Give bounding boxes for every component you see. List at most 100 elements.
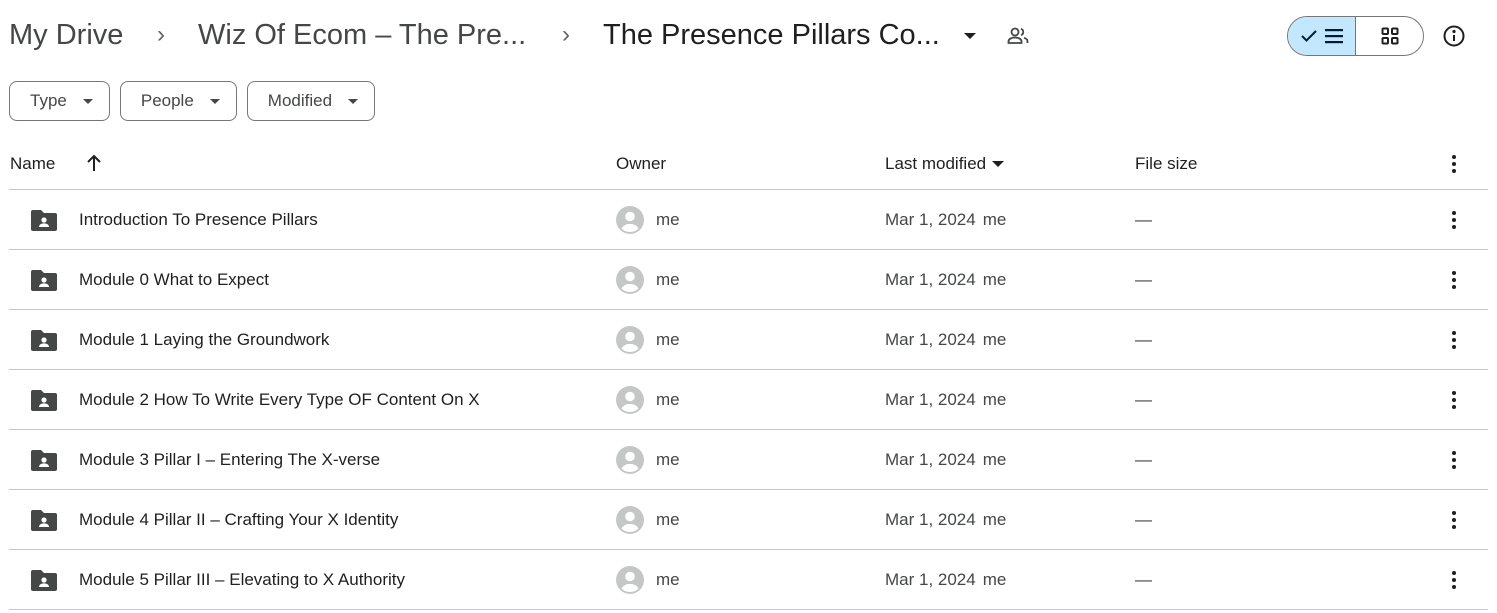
owner-name: me xyxy=(656,330,680,349)
list-icon xyxy=(1324,29,1343,44)
row-more-actions-button[interactable] xyxy=(1443,190,1465,250)
shared-folder-icon xyxy=(31,390,57,411)
file-size: — xyxy=(1135,270,1152,289)
file-size-cell: — xyxy=(1135,490,1152,550)
row-more-actions-button[interactable] xyxy=(1443,370,1465,430)
filter-type[interactable]: Type xyxy=(9,81,110,121)
row-more-actions-button[interactable] xyxy=(1443,250,1465,310)
file-size-cell: — xyxy=(1135,250,1152,310)
table-row[interactable]: Module 4 Pillar II – Crafting Your X Ide… xyxy=(9,490,1488,550)
owner-name: me xyxy=(656,390,680,409)
modified-date: Mar 1, 2024 xyxy=(885,270,976,289)
file-name[interactable]: Module 4 Pillar II – Crafting Your X Ide… xyxy=(79,510,398,530)
more-vert-icon xyxy=(1452,451,1456,469)
shared-folder-icon xyxy=(31,450,57,471)
breadcrumb-current-folder[interactable]: The Presence Pillars Co... xyxy=(603,16,940,54)
avatar-icon xyxy=(616,506,644,534)
breadcrumb-parent-folder[interactable]: Wiz Of Ecom – The Pre... xyxy=(198,16,526,54)
owner-cell: me xyxy=(616,490,680,550)
table-row[interactable]: Module 0 What to Expect me Mar 1, 2024 m… xyxy=(9,250,1488,310)
column-header-owner[interactable]: Owner xyxy=(616,154,666,174)
last-modified-cell: Mar 1, 2024 me xyxy=(885,190,1006,250)
table-row[interactable]: Module 2 How To Write Every Type OF Cont… xyxy=(9,370,1488,430)
column-header-last-modified[interactable]: Last modified xyxy=(885,154,1005,174)
avatar-icon xyxy=(616,386,644,414)
caret-down-icon xyxy=(82,98,93,104)
shared-folder-icon xyxy=(31,270,57,291)
row-more-actions-button[interactable] xyxy=(1443,310,1465,370)
last-modified-cell: Mar 1, 2024 me xyxy=(885,250,1006,310)
file-name[interactable]: Module 3 Pillar I – Entering The X-verse xyxy=(79,450,380,470)
owner-name: me xyxy=(656,570,680,589)
row-more-actions-button[interactable] xyxy=(1443,550,1465,610)
filter-people-label: People xyxy=(140,91,194,110)
folder-menu-dropdown[interactable] xyxy=(958,24,982,48)
owner-cell: me xyxy=(616,550,680,610)
row-more-actions-button[interactable] xyxy=(1443,490,1465,550)
file-size: — xyxy=(1135,210,1152,229)
shared-people-button[interactable] xyxy=(1004,22,1032,50)
breadcrumb-my-drive[interactable]: My Drive xyxy=(9,16,123,54)
owner-cell: me xyxy=(616,310,680,370)
name-cell: Module 0 What to Expect xyxy=(31,250,269,310)
breadcrumb-separator: › xyxy=(157,21,165,48)
list-view-button[interactable] xyxy=(1288,17,1356,55)
filter-type-label: Type xyxy=(30,91,67,110)
people-icon xyxy=(1007,27,1029,44)
filter-people[interactable]: People xyxy=(119,81,237,121)
modified-date: Mar 1, 2024 xyxy=(885,450,976,469)
file-name[interactable]: Module 0 What to Expect xyxy=(79,270,269,290)
breadcrumb-separator: › xyxy=(562,21,570,48)
column-header-last-modified-label: Last modified xyxy=(885,154,987,173)
caret-down-icon xyxy=(209,98,220,104)
name-cell: Module 4 Pillar II – Crafting Your X Ide… xyxy=(31,490,398,550)
file-name[interactable]: Introduction To Presence Pillars xyxy=(79,210,318,230)
column-header-file-size[interactable]: File size xyxy=(1135,154,1197,174)
caret-down-icon xyxy=(964,33,976,39)
view-toggle xyxy=(1287,16,1424,56)
avatar-icon xyxy=(616,326,644,354)
filter-modified-label: Modified xyxy=(267,91,333,110)
modified-date: Mar 1, 2024 xyxy=(885,570,976,589)
owner-name: me xyxy=(656,510,680,529)
owner-cell: me xyxy=(616,370,680,430)
table-row[interactable]: Module 3 Pillar I – Entering The X-verse… xyxy=(9,430,1488,490)
arrow-up-icon xyxy=(87,154,101,171)
info-button[interactable] xyxy=(1440,22,1468,50)
owner-cell: me xyxy=(616,430,680,490)
file-size-cell: — xyxy=(1135,430,1152,490)
row-more-actions-button[interactable] xyxy=(1443,430,1465,490)
filter-modified[interactable]: Modified xyxy=(246,81,376,121)
avatar-icon xyxy=(616,566,644,594)
modified-by: me xyxy=(982,270,1007,289)
file-name[interactable]: Module 2 How To Write Every Type OF Cont… xyxy=(79,390,480,410)
name-cell: Module 2 How To Write Every Type OF Cont… xyxy=(31,370,480,430)
modified-date: Mar 1, 2024 xyxy=(885,210,976,229)
file-name[interactable]: Module 1 Laying the Groundwork xyxy=(79,330,329,350)
owner-name: me xyxy=(656,210,680,229)
owner-name: me xyxy=(656,450,680,469)
sort-direction-button[interactable] xyxy=(85,153,103,178)
caret-down-icon xyxy=(348,98,359,104)
last-modified-cell: Mar 1, 2024 me xyxy=(885,550,1006,610)
modified-date: Mar 1, 2024 xyxy=(885,330,976,349)
column-options-button[interactable] xyxy=(1443,155,1465,173)
name-cell: Module 5 Pillar III – Elevating to X Aut… xyxy=(31,550,405,610)
column-header-name[interactable]: Name xyxy=(10,154,55,174)
grid-view-button[interactable] xyxy=(1356,17,1423,55)
checkmark-icon xyxy=(1300,30,1317,42)
header: My Drive › Wiz Of Ecom – The Pre... › Th… xyxy=(0,0,1497,72)
modified-date: Mar 1, 2024 xyxy=(885,390,976,409)
last-modified-cell: Mar 1, 2024 me xyxy=(885,370,1006,430)
owner-cell: me xyxy=(616,250,680,310)
modified-by: me xyxy=(982,390,1007,409)
file-size-cell: — xyxy=(1135,190,1152,250)
name-cell: Module 3 Pillar I – Entering The X-verse xyxy=(31,430,380,490)
last-modified-cell: Mar 1, 2024 me xyxy=(885,490,1006,550)
table-row[interactable]: Introduction To Presence Pillars me Mar … xyxy=(9,190,1488,250)
table-row[interactable]: Module 5 Pillar III – Elevating to X Aut… xyxy=(9,550,1488,610)
more-vert-icon xyxy=(1452,211,1456,229)
file-size: — xyxy=(1135,570,1152,589)
table-row[interactable]: Module 1 Laying the Groundwork me Mar 1,… xyxy=(9,310,1488,370)
file-name[interactable]: Module 5 Pillar III – Elevating to X Aut… xyxy=(79,570,405,590)
